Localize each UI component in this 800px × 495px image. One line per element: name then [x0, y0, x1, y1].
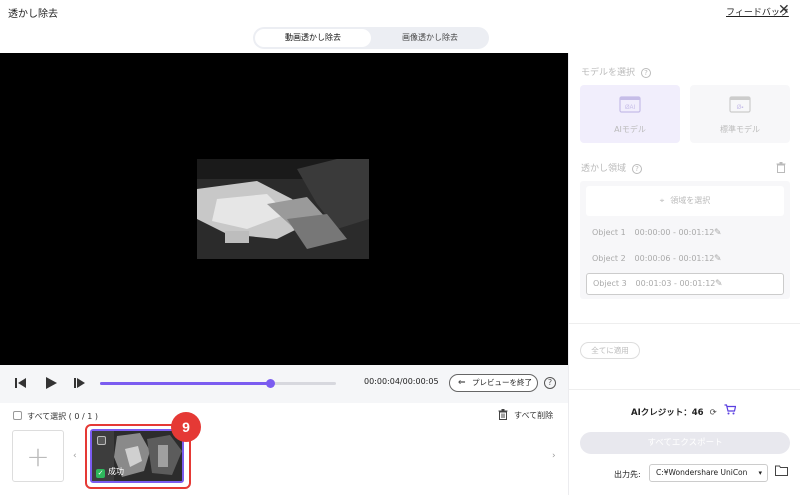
object-range: 00:00:00 - 00:01:12 [634, 228, 715, 237]
folder-icon[interactable] [775, 465, 788, 476]
target-icon: ⌖ [659, 196, 665, 205]
apply-all-button[interactable]: 全てに適用 [580, 342, 640, 359]
standard-model-icon: Ø▪ [729, 96, 751, 113]
title-bar: 透かし除去 フィードバック ✕ [0, 0, 800, 26]
model-help-icon[interactable]: ? [641, 68, 652, 78]
chevron-down-icon: ▾ [758, 469, 762, 477]
trash-icon[interactable] [776, 162, 786, 173]
model-section-title: モデルを選択? [581, 65, 652, 78]
progress-handle[interactable] [265, 379, 275, 388]
select-all-label: すべて選択 ( 0 / 1 ) [27, 412, 98, 421]
play-icon[interactable] [44, 376, 58, 390]
select-area-button[interactable]: ⌖ 領域を選択 [586, 186, 784, 216]
ai-credits-label: AIクレジット：46 [631, 408, 704, 418]
edit-icon[interactable]: ✎ [714, 222, 722, 244]
tab-image-watermark[interactable]: 画像透かし除去 [373, 29, 487, 47]
edit-icon[interactable]: ✎ [714, 248, 722, 270]
prev-frame-icon[interactable] [14, 376, 28, 390]
tab-video-watermark[interactable]: 動画透かし除去 [255, 29, 371, 47]
step-badge: 9 [171, 412, 201, 442]
plus-icon: + [26, 440, 50, 473]
mode-tabs: 動画透かし除去 画像透かし除去 [253, 27, 489, 49]
scroll-left-icon[interactable]: ‹ [73, 451, 77, 461]
timecode: 00:00:04/00:00:05 [364, 377, 439, 386]
add-file-button[interactable]: + [12, 430, 64, 482]
svg-text:Ø▪: Ø▪ [737, 105, 744, 111]
window-title: 透かし除去 [8, 9, 58, 20]
delete-all-label: すべて削除 [514, 411, 554, 420]
progress-fill [100, 382, 270, 385]
select-area-label: 領域を選択 [670, 196, 711, 205]
trash-icon [498, 409, 508, 420]
cart-icon[interactable] [724, 404, 736, 415]
next-frame-icon[interactable] [73, 376, 87, 390]
standard-model-label: 標準モデル [720, 125, 760, 134]
end-preview-button[interactable]: ⇐ プレビューを終了 [449, 374, 538, 392]
player-controls: 00:00:04/00:00:05 ⇐ プレビューを終了 ? [0, 365, 568, 403]
output-path-select[interactable]: C:¥Wondershare UniCon ▾ [649, 464, 768, 482]
refresh-icon[interactable]: ⟳ [710, 408, 717, 418]
video-frame [197, 159, 369, 259]
arrow-left-icon: ⇐ [458, 378, 466, 388]
object-name: Object 3 [593, 279, 627, 288]
area-section-label: 透かし領域 [581, 164, 627, 174]
object-item[interactable]: Object 1 00:00:00 - 00:01:12 ✎ [586, 222, 784, 244]
delete-all-button[interactable]: すべて削除 [498, 409, 553, 421]
close-icon[interactable]: ✕ [778, 2, 790, 18]
divider [569, 323, 800, 324]
area-section-title: 透かし領域? [581, 161, 643, 174]
object-item-selected[interactable]: Object 3 00:01:03 - 00:01:12 ✎ [586, 273, 784, 295]
svg-text:ØAI: ØAI [625, 105, 636, 111]
output-path-value: C:¥Wondershare UniCon [656, 468, 748, 477]
object-range: 00:00:06 - 00:01:12 [634, 254, 715, 263]
progress-slider[interactable] [100, 379, 336, 388]
object-name: Object 1 [592, 228, 626, 237]
ai-model-icon: ØAI [619, 96, 641, 113]
output-label: 出力先: [614, 470, 641, 479]
ai-model-card[interactable]: ØAI AIモデル [580, 85, 680, 143]
select-all[interactable]: すべて選択 ( 0 / 1 ) [13, 411, 98, 422]
area-help-icon[interactable]: ? [632, 164, 643, 174]
export-all-button[interactable]: すべてエクスポート [580, 432, 790, 454]
select-all-checkbox[interactable] [13, 411, 22, 420]
object-name: Object 2 [592, 254, 626, 263]
watermark-area-list: ⌖ 領域を選択 Object 1 00:00:00 - 00:01:12 ✎ Ob… [580, 181, 790, 299]
object-item[interactable]: Object 2 00:00:06 - 00:01:12 ✎ [586, 248, 784, 270]
ai-credits: AIクレジット：46 ⟳ [631, 406, 717, 418]
object-range: 00:01:03 - 00:01:12 [635, 279, 716, 288]
end-preview-label: プレビューを終了 [472, 378, 532, 387]
video-preview [0, 53, 568, 365]
settings-panel: モデルを選択? ØAI AIモデル Ø▪ 標準モデル 透かし領域? ⌖ 領域を選… [568, 53, 800, 495]
divider [569, 389, 800, 390]
scroll-right-icon[interactable]: › [552, 451, 556, 461]
model-section-label: モデルを選択 [581, 68, 636, 78]
watermark-remover-window: 透かし除去 フィードバック ✕ 動画透かし除去 画像透かし除去 00:00:04… [0, 0, 800, 495]
help-icon[interactable]: ? [544, 377, 556, 389]
edit-icon[interactable]: ✎ [715, 274, 723, 294]
ai-model-label: AIモデル [614, 125, 646, 134]
standard-model-card[interactable]: Ø▪ 標準モデル [690, 85, 790, 143]
